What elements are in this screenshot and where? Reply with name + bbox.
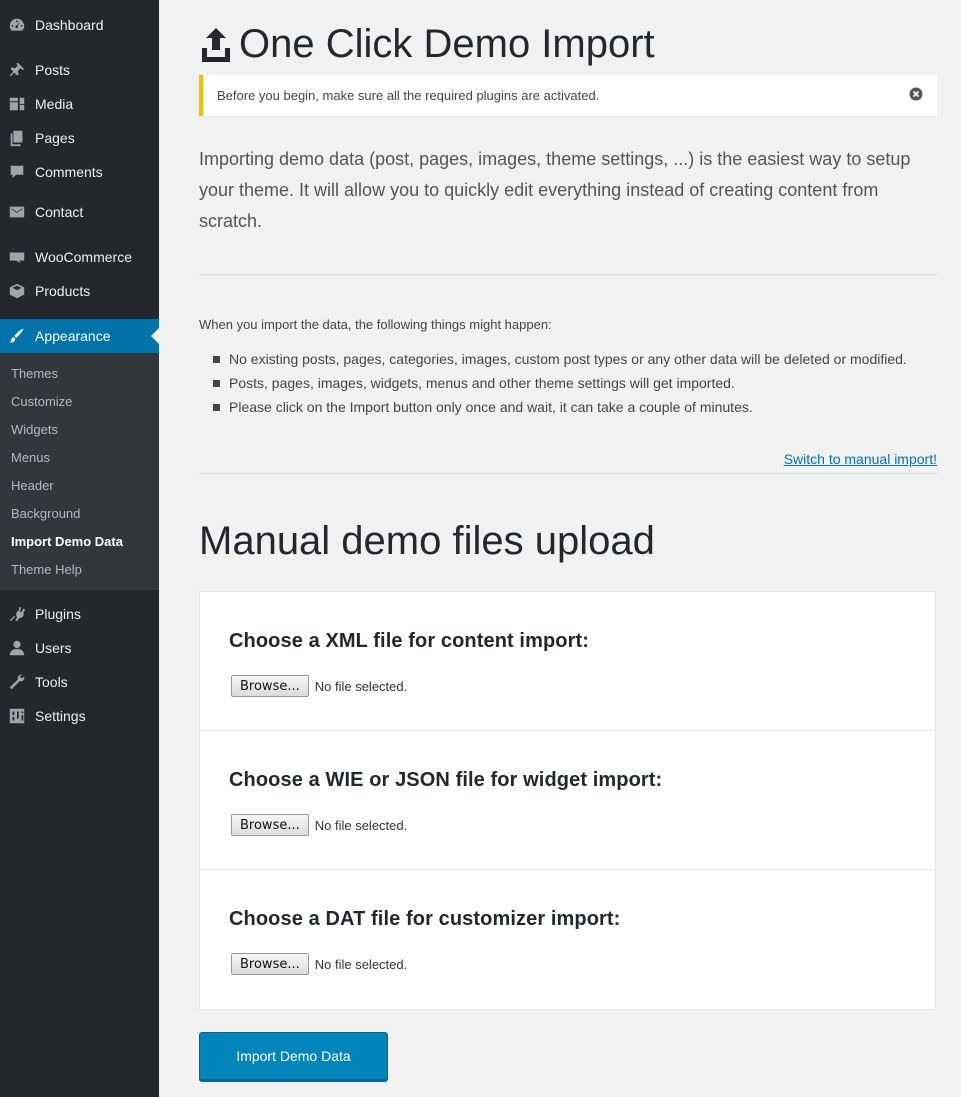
menu-item-woocommerce[interactable]: WooCommerce: [0, 240, 159, 274]
customizer-file-input[interactable]: Browse... No file selected.: [231, 953, 407, 975]
media-icon: [8, 95, 26, 113]
menu-label: Dashboard: [35, 17, 104, 33]
upload-panel: Choose a XML file for content import: Br…: [199, 591, 936, 1010]
dismiss-icon[interactable]: [909, 87, 923, 101]
menu-label: Media: [35, 96, 74, 112]
pushpin-icon: [8, 61, 26, 79]
envelope-icon: [8, 203, 26, 221]
widget-import-section: Choose a WIE or JSON file for widget imp…: [200, 731, 935, 870]
notice-text: Before you begin, make sure all the requ…: [217, 88, 600, 103]
widget-file-input[interactable]: Browse... No file selected.: [231, 814, 407, 836]
menu-item-comments[interactable]: Comments: [0, 155, 159, 189]
submenu-item-menus[interactable]: Menus: [11, 448, 50, 468]
menu-label: Settings: [35, 708, 86, 724]
submenu-item-header[interactable]: Header: [11, 476, 54, 496]
list-item: Please click on the Import button only o…: [213, 398, 913, 417]
menu-label: Products: [35, 283, 91, 299]
active-indicator: [151, 328, 159, 344]
page-title-text: One Click Demo Import: [239, 22, 655, 66]
menu-item-appearance[interactable]: Appearance: [0, 319, 159, 353]
upload-icon: [199, 26, 233, 64]
settings-sliders-icon: [8, 707, 26, 725]
file-status: No file selected.: [314, 817, 408, 833]
warning-notice: Before you begin, make sure all the requ…: [199, 75, 937, 116]
file-status: No file selected.: [314, 956, 408, 972]
browse-button[interactable]: Browse...: [231, 814, 309, 836]
box-icon: [8, 282, 26, 300]
pages-icon: [8, 129, 26, 147]
menu-label: Contact: [35, 204, 84, 220]
submenu-item-widgets[interactable]: Widgets: [11, 420, 58, 440]
paintbrush-icon: [8, 327, 26, 345]
menu-item-dashboard[interactable]: Dashboard: [0, 8, 159, 42]
browse-button[interactable]: Browse...: [231, 953, 309, 975]
menu-item-tools[interactable]: Tools: [0, 665, 159, 699]
comment-bubble-icon: [8, 163, 26, 181]
appearance-submenu: Themes Customize Widgets Menus Header Ba…: [0, 353, 159, 590]
list-item: No existing posts, pages, categories, im…: [213, 350, 913, 369]
list-item: Posts, pages, images, widgets, menus and…: [213, 374, 913, 393]
widget-import-label: Choose a WIE or JSON file for widget imp…: [229, 769, 663, 791]
submenu-item-themes[interactable]: Themes: [11, 364, 58, 384]
customizer-import-label: Choose a DAT file for customizer import:: [229, 908, 621, 930]
plug-icon: [8, 605, 26, 623]
import-info-list: No existing posts, pages, categories, im…: [213, 350, 913, 422]
submenu-item-customize[interactable]: Customize: [11, 392, 72, 412]
content-import-section: Choose a XML file for content import: Br…: [200, 592, 935, 731]
menu-label: Users: [35, 640, 72, 656]
submenu-item-background[interactable]: Background: [11, 504, 80, 524]
woocommerce-icon: [8, 248, 26, 266]
import-demo-data-button[interactable]: Import Demo Data: [199, 1032, 388, 1080]
submenu-item-import-demo-data[interactable]: Import Demo Data: [11, 532, 123, 552]
menu-item-media[interactable]: Media: [0, 87, 159, 121]
submenu-item-theme-help[interactable]: Theme Help: [11, 560, 82, 580]
customizer-import-section: Choose a DAT file for customizer import:…: [200, 870, 935, 1009]
file-status: No file selected.: [314, 678, 408, 694]
menu-label: WooCommerce: [35, 249, 132, 265]
menu-label: Tools: [35, 674, 68, 690]
import-info-lead: When you import the data, the following …: [199, 317, 552, 332]
dashboard-icon: [8, 16, 26, 34]
menu-label: Posts: [35, 62, 71, 78]
menu-label: Appearance: [35, 328, 111, 344]
wrench-icon: [8, 673, 26, 691]
menu-label: Comments: [35, 164, 103, 180]
browse-button[interactable]: Browse...: [231, 675, 309, 697]
menu-item-contact[interactable]: Contact: [0, 195, 159, 229]
menu-item-posts[interactable]: Posts: [0, 53, 159, 87]
divider: [199, 473, 937, 474]
content-import-label: Choose a XML file for content import:: [229, 630, 590, 652]
menu-label: Pages: [35, 130, 75, 146]
page-title: One Click Demo Import: [199, 22, 655, 67]
menu-label: Plugins: [35, 606, 81, 622]
intro-text: Importing demo data (post, pages, images…: [199, 149, 911, 231]
user-icon: [8, 639, 26, 657]
divider: [199, 274, 937, 275]
switch-to-manual-import-link[interactable]: Switch to manual import!: [784, 451, 937, 467]
menu-item-settings[interactable]: Settings: [0, 699, 159, 733]
manual-upload-heading: Manual demo files upload: [199, 519, 655, 563]
admin-sidebar: Dashboard Posts Media Pages Comments Con…: [0, 0, 159, 1097]
menu-item-plugins[interactable]: Plugins: [0, 597, 159, 631]
menu-item-products[interactable]: Products: [0, 274, 159, 308]
menu-item-users[interactable]: Users: [0, 631, 159, 665]
menu-item-pages[interactable]: Pages: [0, 121, 159, 155]
content-file-input[interactable]: Browse... No file selected.: [231, 675, 407, 697]
